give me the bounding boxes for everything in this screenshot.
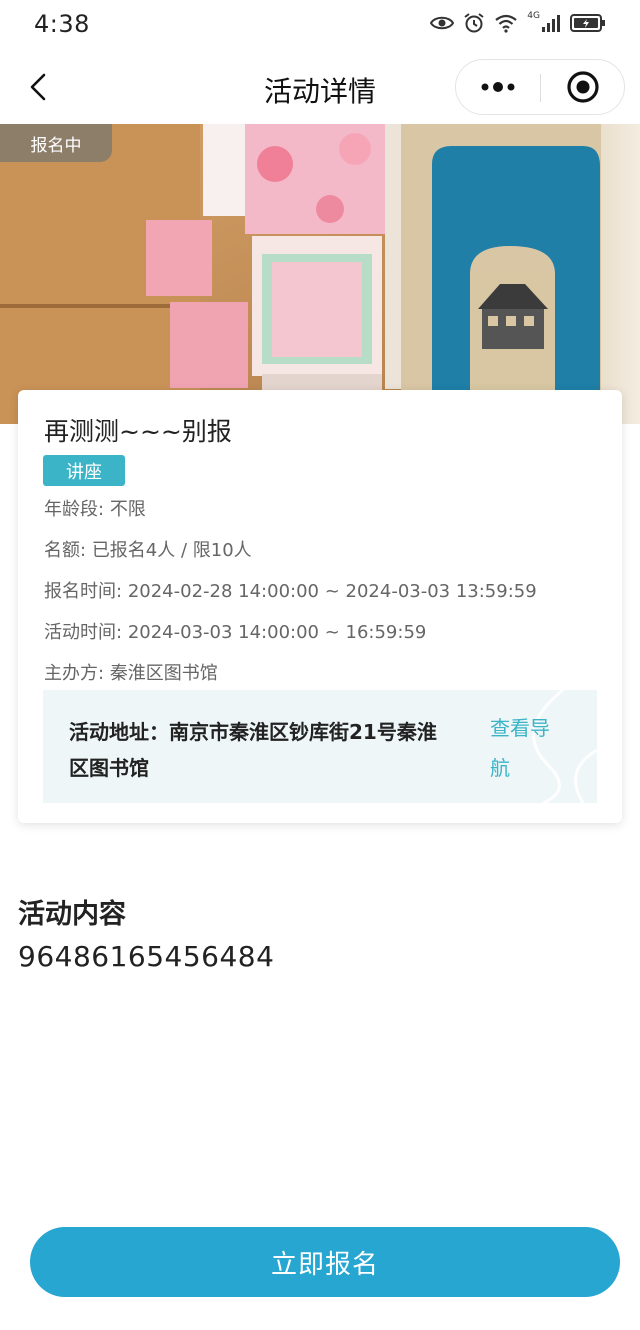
activity-info-card: 再测测~~~别报 讲座 年龄段: 不限 名额: 已报名4人 / 限10人 报名时… xyxy=(18,390,622,823)
quota-row: 名额: 已报名4人 / 限10人 xyxy=(44,536,252,562)
navigate-link[interactable]: 查看导航 xyxy=(490,708,560,788)
banner-photo xyxy=(0,124,640,424)
age-value: 不限 xyxy=(109,499,146,520)
close-mini-program-button[interactable] xyxy=(541,60,625,114)
more-button[interactable] xyxy=(456,60,540,114)
status-badge: 报名中 xyxy=(0,124,112,162)
category-tag: 讲座 xyxy=(43,455,125,486)
back-button[interactable] xyxy=(18,64,58,110)
status-time: 4:38 xyxy=(34,10,90,38)
nav-bar: 活动详情 xyxy=(0,50,640,124)
more-dots-icon xyxy=(481,82,515,92)
quota-value: 已报名4人 / 限10人 xyxy=(91,540,252,561)
target-close-icon xyxy=(567,71,599,103)
status-icons: 4G xyxy=(430,11,606,34)
signup-time-value: 2024-02-28 14:00:00 ~ 2024-03-03 13:59:5… xyxy=(127,581,537,602)
signup-time-label: 报名时间: xyxy=(44,581,123,602)
activity-time-label: 活动时间: xyxy=(44,622,123,643)
eye-icon xyxy=(430,16,455,30)
activity-title: 再测测~~~别报 xyxy=(44,417,232,446)
signup-time-row: 报名时间: 2024-02-28 14:00:00 ~ 2024-03-03 1… xyxy=(44,577,537,603)
content-section-title: 活动内容 xyxy=(18,899,126,930)
organizer-row: 主办方: 秦淮区图书馆 xyxy=(44,659,218,685)
activity-banner: 报名中 xyxy=(0,124,640,424)
organizer-value: 秦淮区图书馆 xyxy=(109,663,218,684)
quota-label: 名额: xyxy=(44,540,87,561)
activity-time-row: 活动时间: 2024-03-03 14:00:00 ~ 16:59:59 xyxy=(44,618,426,644)
activity-time-value: 2024-03-03 14:00:00 ~ 16:59:59 xyxy=(127,622,427,643)
address-box: 活动地址：南京市秦淮区钞库街21号秦淮区图书馆 查看导航 xyxy=(43,690,597,803)
address-text: 活动地址：南京市秦淮区钞库街21号秦淮区图书馆 xyxy=(69,720,437,780)
mini-program-capsule xyxy=(455,59,625,115)
network-type-label: 4G xyxy=(527,11,540,21)
battery-icon xyxy=(570,14,605,32)
signup-button[interactable]: 立即报名 xyxy=(30,1227,620,1297)
age-row: 年龄段: 不限 xyxy=(44,495,146,521)
age-label: 年龄段: xyxy=(44,499,105,520)
content-section-body: 96486165456484 xyxy=(18,940,275,973)
chevron-left-icon xyxy=(30,73,46,101)
alarm-icon xyxy=(464,13,484,33)
status-bar: 4:38 4G xyxy=(0,0,640,50)
organizer-label: 主办方: xyxy=(44,663,105,684)
signal-icon xyxy=(542,15,560,32)
wifi-icon xyxy=(495,14,517,33)
